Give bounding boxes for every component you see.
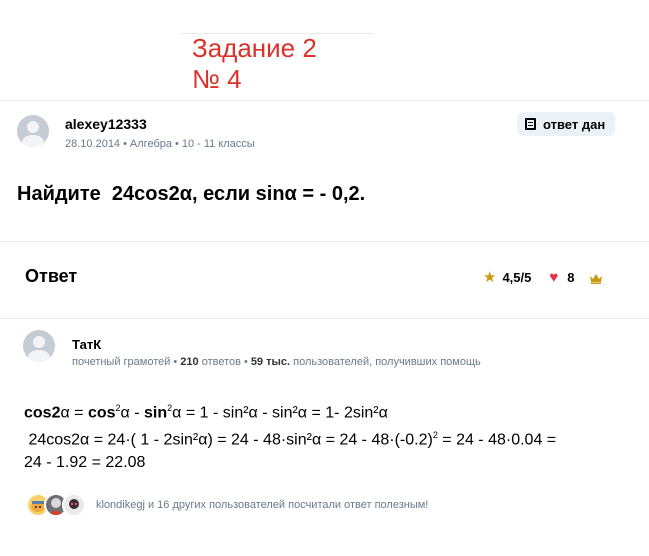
rating-value: 4,5/5: [502, 269, 532, 285]
meta-separator-dot: •: [123, 138, 127, 150]
question-author-avatar[interactable]: [17, 115, 49, 147]
meta-separator-dot: •: [174, 138, 179, 150]
question-meta: 28.10.2014 • Алгебра • 10 - 11 классы: [65, 138, 255, 150]
avatar-head-icon: [33, 336, 45, 348]
crown-icon: [589, 272, 603, 284]
helper-avatar-image: [69, 499, 79, 509]
answer-author-meta: почетный грамотей • 210 ответов • 59 тыс. по…: [72, 356, 481, 368]
answer-text: cos2α = cos2α - sin2α = 1 - sin²α - sin²…: [24, 397, 556, 474]
answer-text-segment: α = 1 - sin²α - sin²α = 1- 2sin²α: [172, 404, 388, 422]
answer-text-segment: = 24 - 48·0.04 =: [437, 431, 557, 449]
answer-author-role: почетный грамотей: [72, 356, 171, 368]
task-label-line2: № 4: [192, 64, 242, 94]
helper-avatar[interactable]: [62, 493, 86, 517]
avatar-head-icon: [27, 121, 39, 133]
question-card: alexey12333 28.10.2014 • Алгебра • 10 - 11 к…: [0, 100, 649, 242]
helped-count: 59 тыс.: [250, 356, 291, 368]
answer-author-avatar[interactable]: [23, 330, 55, 362]
answer-bold-sin: sin: [144, 404, 168, 422]
crown-icon-shape: [589, 273, 602, 284]
task-label-line1: Задание 2: [192, 33, 317, 63]
meta-separator-dot: •: [173, 356, 178, 368]
likes-count: 8: [567, 269, 575, 285]
helpful-users-text: klondikegj и 16 других пользователей пос…: [96, 499, 429, 511]
answer-bold-cos: cos: [87, 404, 116, 422]
helped-label: пользователей, получивших помощь: [293, 356, 481, 368]
question-author-name[interactable]: alexey12333: [65, 116, 147, 132]
answered-badge-label: ответ дан: [543, 116, 606, 132]
question-date: 28.10.2014: [65, 138, 121, 150]
answer-text-segment: α -: [120, 404, 145, 422]
document-icon: [525, 118, 536, 130]
question-subject[interactable]: Алгебра: [130, 138, 172, 150]
answer-rating: ★ 4,5/5 ♥ 8: [483, 268, 603, 286]
question-text: Найдите 24cos2α, если sinα = - 0,2.: [17, 183, 366, 205]
answer-text-segment: α =: [60, 404, 88, 422]
answers-label: ответов: [201, 356, 241, 368]
task-label: Задание 2 № 4: [180, 33, 374, 95]
answer-line-3: 24 - 1.92 = 22.08: [24, 453, 146, 471]
answer-author-name[interactable]: ТатК: [72, 337, 101, 352]
answer-bold-cos2: cos2: [24, 404, 61, 422]
star-icon: ★: [483, 269, 497, 286]
answer-header: Ответ ★ 4,5/5 ♥ 8: [0, 255, 649, 299]
answer-text-segment: 24cos2α = 24·( 1 - 2sin²α) = 24 - 48·sin…: [24, 431, 433, 449]
answer-title: Ответ: [25, 266, 78, 286]
answers-count: 210: [180, 356, 199, 368]
divider: [180, 33, 374, 34]
heart-icon[interactable]: ♥: [549, 269, 558, 286]
avatar-body-icon: [28, 350, 50, 362]
meta-separator-dot: •: [243, 356, 248, 368]
avatar-body-icon: [22, 135, 44, 147]
helpful-users: klondikegj и 16 других пользователей пос…: [26, 493, 428, 517]
answer-line-1: cos2α = cos2α - sin2α = 1 - sin²α - sin²…: [24, 397, 556, 424]
answer-line-2: 24cos2α = 24·( 1 - 2sin²α) = 24 - 48·sin…: [24, 424, 556, 451]
answered-badge: ответ дан: [517, 112, 616, 136]
question-grade: 10 - 11 классы: [181, 138, 255, 150]
divider: [0, 318, 649, 319]
